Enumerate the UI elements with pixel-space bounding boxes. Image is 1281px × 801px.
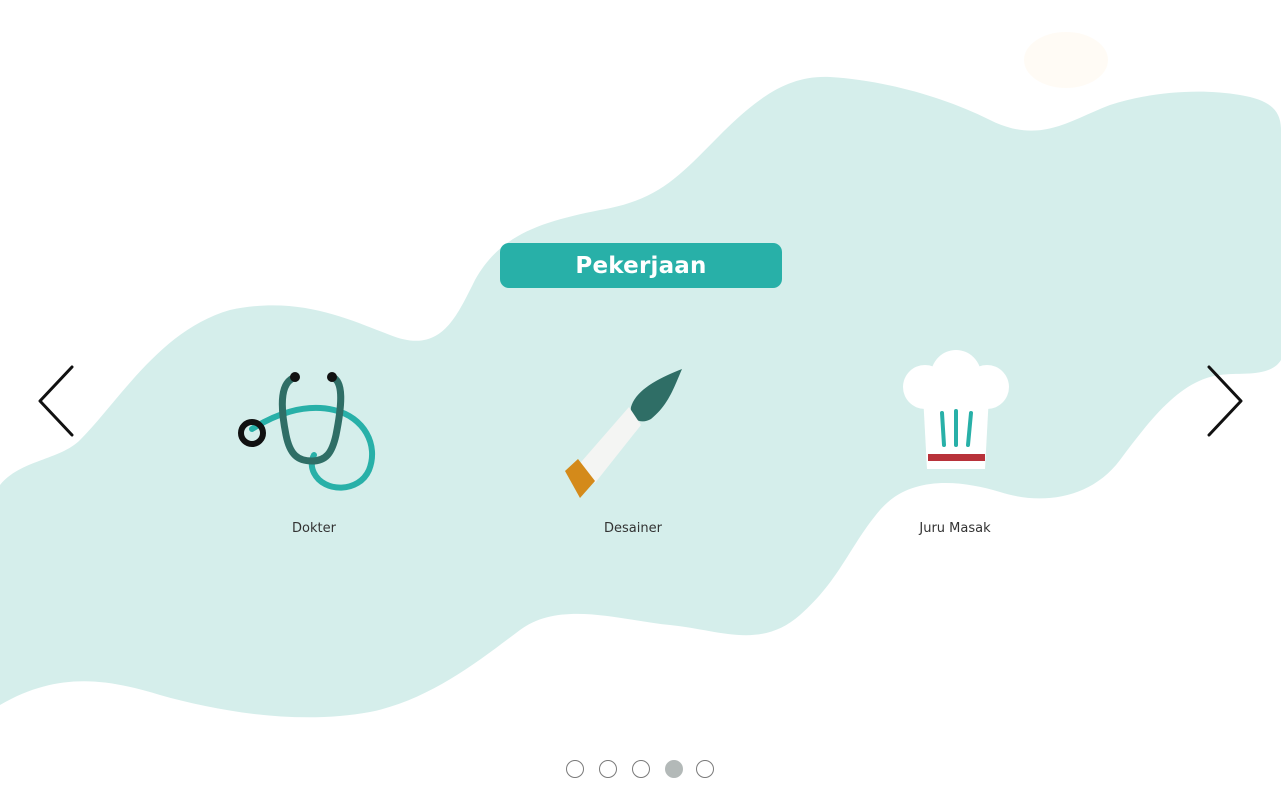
job-label-juru-masak: Juru Masak bbox=[919, 521, 991, 536]
next-button[interactable] bbox=[1203, 364, 1247, 438]
pagination-dot-2[interactable] bbox=[599, 760, 617, 778]
job-label-desainer: Desainer bbox=[604, 521, 662, 536]
pagination-dot-3[interactable] bbox=[632, 760, 650, 778]
page-title: Pekerjaan bbox=[500, 243, 782, 288]
job-label-dokter: Dokter bbox=[292, 521, 336, 536]
chevron-left-icon bbox=[38, 365, 74, 437]
paintbrush-icon bbox=[565, 369, 682, 498]
pagination-dot-1[interactable] bbox=[566, 760, 584, 778]
pagination-dot-5[interactable] bbox=[696, 760, 714, 778]
pagination bbox=[566, 760, 716, 780]
stethoscope-icon bbox=[238, 372, 376, 491]
chef-hat-icon bbox=[903, 350, 1009, 469]
job-card-juru-masak[interactable]: Juru Masak bbox=[855, 345, 1055, 545]
job-card-dokter[interactable]: Dokter bbox=[214, 345, 414, 545]
pagination-dot-4[interactable] bbox=[665, 760, 683, 778]
job-card-desainer[interactable]: Desainer bbox=[533, 345, 733, 545]
chevron-right-icon bbox=[1207, 365, 1243, 437]
prev-button[interactable] bbox=[34, 364, 78, 438]
slide-stage: Pekerjaan Dokter Desainer Juru Masak bbox=[0, 0, 1281, 801]
